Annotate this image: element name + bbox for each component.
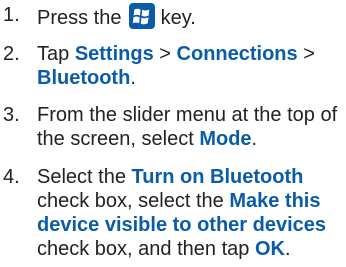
settings-label: Settings xyxy=(74,43,154,65)
step-number: 2. xyxy=(3,43,20,65)
mode-label: Mode xyxy=(199,128,252,150)
turn-on-bluetooth-label: Turn on Bluetooth xyxy=(131,166,304,188)
step-text: Select the Turn on Bluetooth check box, … xyxy=(37,166,327,260)
make-visible-label-part2: device visible to other devices xyxy=(37,214,327,236)
step-number: 3. xyxy=(3,104,20,126)
step-number: 1. xyxy=(3,4,20,26)
step-number: 4. xyxy=(3,166,20,188)
step-text: Tap Settings > Connections > Bluetooth. xyxy=(37,43,315,89)
connections-label: Connections xyxy=(176,43,298,65)
bluetooth-label: Bluetooth xyxy=(37,67,131,89)
windows-start-key-icon xyxy=(129,3,156,29)
ok-label: OK xyxy=(254,238,285,260)
make-visible-label-part1: Make this xyxy=(229,190,321,212)
step-text: From the slider menu at the top of the s… xyxy=(37,104,338,150)
step-text: Press the key. xyxy=(37,3,337,30)
